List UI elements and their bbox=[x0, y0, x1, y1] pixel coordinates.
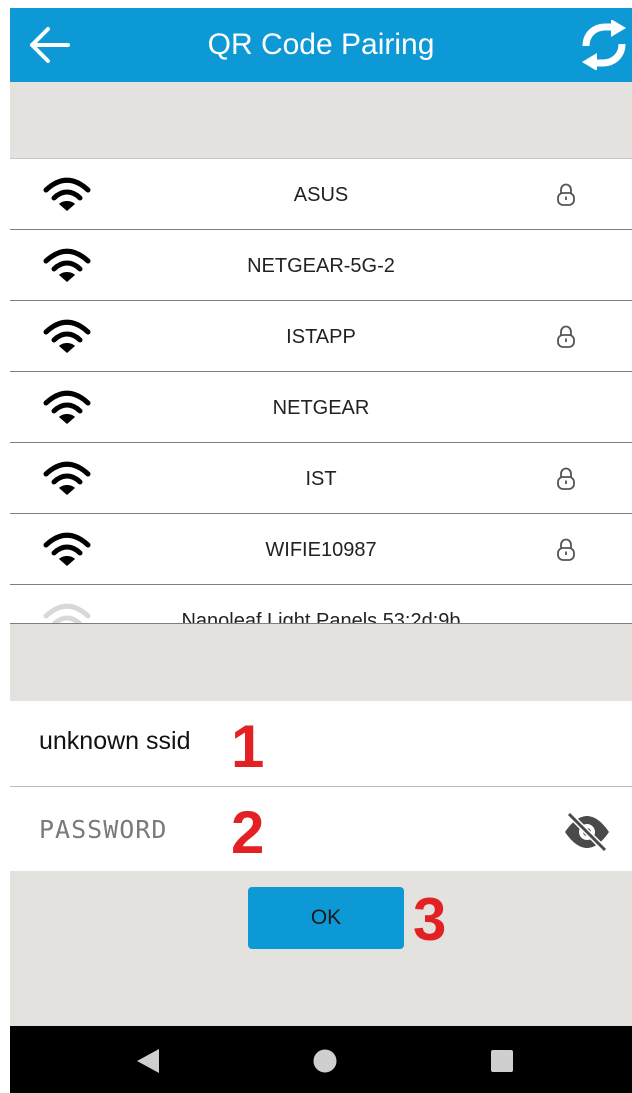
ssid-field[interactable]: unknown ssid bbox=[10, 701, 632, 787]
password-field[interactable]: PASSWORD bbox=[10, 787, 632, 871]
lock-icon bbox=[556, 325, 576, 349]
wifi-network-row[interactable]: NETGEAR-5G-2 bbox=[10, 230, 632, 301]
wifi-network-row[interactable]: ISTAPP bbox=[10, 301, 632, 372]
lock-icon bbox=[556, 183, 576, 207]
list-divider bbox=[10, 623, 632, 624]
wifi-network-row[interactable]: IST bbox=[10, 443, 632, 514]
network-ssid: IST bbox=[305, 468, 337, 490]
network-ssid: WIFIE10987 bbox=[265, 539, 377, 561]
network-ssid: NETGEAR-5G-2 bbox=[247, 255, 395, 277]
network-ssid: Nanoleaf Light Panels 53:2d:9b bbox=[181, 610, 461, 624]
top-app-bar: QR Code Pairing bbox=[10, 8, 632, 82]
app-screen: QR Code Pairing ASUS NETGEAR-5G-2 ISTAPP NE… bbox=[10, 8, 632, 1093]
wifi-network-list[interactable]: ASUS NETGEAR-5G-2 ISTAPP NETGEAR IST WIFIE109… bbox=[10, 158, 632, 624]
nav-recents-icon[interactable] bbox=[490, 1049, 514, 1073]
lock-icon bbox=[556, 538, 576, 562]
eye-off-icon[interactable] bbox=[563, 812, 611, 852]
wifi-network-row[interactable]: WIFIE10987 bbox=[10, 514, 632, 585]
wifi-network-row[interactable]: Nanoleaf Light Panels 53:2d:9b bbox=[10, 585, 632, 624]
ok-button[interactable]: OK bbox=[248, 887, 404, 949]
refresh-icon[interactable] bbox=[580, 20, 628, 70]
wifi-network-row[interactable]: NETGEAR bbox=[10, 372, 632, 443]
ssid-value[interactable]: unknown ssid bbox=[39, 727, 190, 756]
wifi-network-row[interactable]: ASUS bbox=[10, 159, 632, 230]
lock-icon bbox=[556, 467, 576, 491]
step-number-3: 3 bbox=[413, 886, 447, 953]
network-ssid: ISTAPP bbox=[286, 326, 356, 348]
system-nav-bar bbox=[10, 1026, 632, 1093]
nav-home-icon[interactable] bbox=[310, 1046, 340, 1076]
step-number-1: 1 bbox=[231, 713, 265, 780]
password-input[interactable]: PASSWORD bbox=[39, 815, 167, 844]
network-ssid: ASUS bbox=[293, 184, 349, 206]
network-ssid: NETGEAR bbox=[272, 397, 370, 419]
step-number-2: 2 bbox=[231, 799, 265, 866]
page-title: QR Code Pairing bbox=[207, 28, 435, 61]
nav-back-icon[interactable] bbox=[135, 1047, 161, 1075]
